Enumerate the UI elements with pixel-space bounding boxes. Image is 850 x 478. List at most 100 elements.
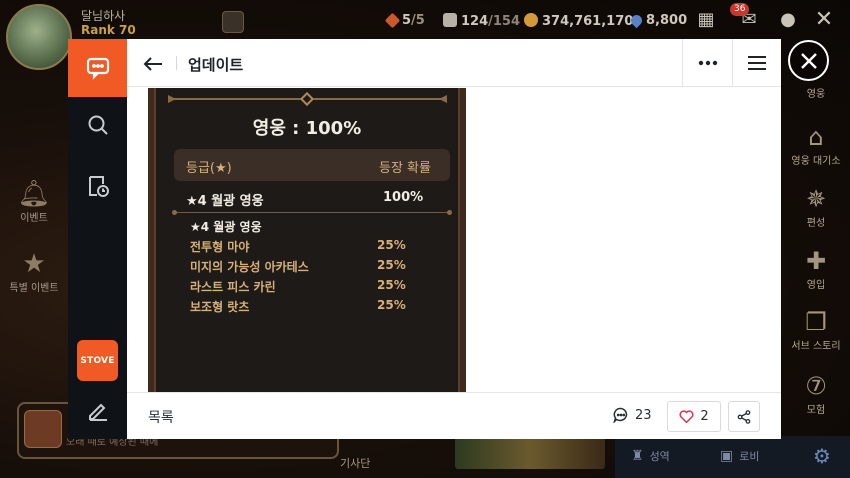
- gold-amount: 374,761,170: [542, 14, 634, 29]
- bottom-right-bar: ♜ 성역 ▣ 로비 ⚙: [615, 436, 850, 478]
- close-modal-button[interactable]: [788, 40, 829, 81]
- crystal-resource[interactable]: 8,800: [628, 12, 688, 29]
- sanctuary-label: 성역: [649, 450, 670, 463]
- adventure-menu[interactable]: ⑦ 모험: [782, 371, 850, 416]
- adventure-label: 모험: [806, 405, 826, 416]
- skystone-icon: [443, 13, 457, 27]
- adventure-icon: ⑦: [805, 372, 827, 400]
- hamburger-icon: [748, 56, 766, 70]
- skystone-resource[interactable]: 124/154: [443, 13, 520, 29]
- castle-icon: ♜: [631, 448, 644, 464]
- hero-name: 라스트 피스 카린: [190, 280, 276, 294]
- notice-card: 영웅 : 100% 등급(★) 등장 확률 ★4 월광 영웅 100% ★4 월…: [154, 88, 460, 392]
- write-icon[interactable]: [68, 390, 127, 430]
- player-rank: Rank 70: [81, 23, 136, 37]
- share-button[interactable]: [728, 401, 760, 432]
- stamina-resource[interactable]: 5/5: [384, 12, 425, 29]
- gold-icon: [524, 13, 538, 27]
- special-event-menu[interactable]: ★ 특별 이벤트: [0, 249, 68, 294]
- community-chat-icon[interactable]: [68, 39, 127, 97]
- lobby-icon: ▣: [720, 448, 734, 464]
- game-close-icon[interactable]: ✕: [811, 9, 837, 31]
- calendar-star-icon: ★: [22, 249, 46, 279]
- page-title: 업데이트: [188, 56, 244, 74]
- arrow-left-icon: [143, 57, 162, 71]
- hero-menu-label: 영웅: [806, 89, 826, 100]
- decorative-arrow: [439, 95, 447, 103]
- comment-icon: [613, 407, 628, 423]
- row-divider: [172, 210, 452, 215]
- back-button[interactable]: [141, 52, 165, 76]
- summon-icon: ✚: [805, 247, 827, 275]
- side-story-label: 서브 스토리: [791, 341, 841, 352]
- gear-icon[interactable]: ⚙: [813, 444, 831, 468]
- formation-menu[interactable]: ✵ 편성: [782, 184, 850, 229]
- crystal-amount: 8,800: [646, 13, 688, 28]
- stamina-max: /5: [411, 13, 425, 28]
- table-row: 라스트 피스 카린 25%: [190, 278, 450, 296]
- game-top-bar: 달님하사 Rank 70 5/5 124/154 374,761,170 8,8…: [0, 0, 850, 70]
- helmet-icon[interactable]: [222, 11, 244, 33]
- table-row: 미지의 가능성 아카테스 25%: [190, 258, 450, 276]
- hero-menu[interactable]: 영웅: [782, 85, 850, 100]
- stamina-current: 5: [402, 13, 412, 28]
- bell-icon: 🔔︎: [17, 179, 51, 209]
- gold-resource[interactable]: 374,761,170: [524, 13, 633, 29]
- sub-heading: ★4 월광 영웅: [190, 220, 262, 234]
- more-dots-icon: [698, 60, 717, 66]
- special-event-label: 특별 이벤트: [9, 283, 59, 294]
- stamina-icon: [384, 12, 401, 29]
- skystone-max: /154: [488, 14, 521, 29]
- lobby-button[interactable]: ▣ 로비: [720, 448, 759, 464]
- player-avatar[interactable]: [6, 4, 72, 70]
- compass-icon: ✵: [805, 185, 827, 213]
- hero-rate: 25%: [377, 278, 406, 292]
- like-count: 2: [700, 409, 709, 424]
- notice-title: 영웅 : 100%: [252, 118, 362, 139]
- decorative-arrow: [168, 95, 176, 103]
- event-label: 이벤트: [20, 213, 48, 224]
- post-content[interactable]: 영웅 : 100% 등급(★) 등장 확률 ★4 월광 영웅 100% ★4 월…: [127, 88, 781, 392]
- chat-icon[interactable]: ●: [775, 9, 801, 31]
- search-icon[interactable]: [68, 105, 127, 145]
- banner-thumbnail[interactable]: [455, 437, 605, 469]
- knights-nav-label[interactable]: 기사단: [340, 455, 370, 471]
- table-row: 보조형 랏츠 25%: [190, 298, 450, 316]
- like-button[interactable]: 2: [667, 401, 721, 432]
- lobby-label: 로비: [739, 450, 760, 463]
- post-header: 업데이트: [127, 39, 781, 87]
- comment-button[interactable]: 23: [613, 407, 652, 423]
- list-button[interactable]: 목록: [148, 407, 174, 427]
- hero-waiting-label: 영웅 대기소: [791, 156, 841, 167]
- side-story-menu[interactable]: ❐ 서브 스토리: [782, 307, 850, 352]
- grade-column-header: 등급(★): [186, 161, 232, 176]
- item-icon: [24, 410, 62, 448]
- stove-button[interactable]: STOVE: [77, 340, 118, 381]
- summon-label: 영입: [806, 280, 826, 291]
- share-icon: [737, 409, 751, 424]
- player-name: 달님하사: [81, 9, 126, 23]
- crystal-icon: [628, 12, 645, 29]
- more-options-button[interactable]: [683, 39, 732, 87]
- hero-name: 보조형 랏츠: [190, 300, 250, 314]
- mail-badge: 36: [730, 3, 750, 16]
- rate-column-header: 등장 확률: [379, 161, 431, 176]
- notice-image: 영웅 : 100% 등급(★) 등장 확률 ★4 월광 영웅 100% ★4 월…: [148, 88, 466, 392]
- hero-rate: 25%: [377, 298, 406, 312]
- book-icon: ❐: [805, 308, 827, 336]
- menu-button[interactable]: [733, 39, 781, 87]
- stove-sidebar: STOVE: [68, 39, 127, 439]
- rate-table-header: 등급(★) 등장 확률: [174, 149, 450, 181]
- event-menu[interactable]: 🔔︎ 이벤트: [0, 179, 68, 224]
- building-icon: ⌂: [808, 123, 824, 151]
- comment-count: 23: [635, 407, 652, 423]
- sanctuary-button[interactable]: ♜ 성역: [631, 448, 670, 464]
- guild-icon[interactable]: ▦: [693, 9, 719, 31]
- hero-waiting-menu[interactable]: ⌂ 영웅 대기소: [782, 122, 850, 167]
- post-panel: 업데이트 영웅 : 100% 등급(★) 등장 확률 ★4 월광 영웅 100%…: [127, 39, 781, 439]
- history-icon[interactable]: [68, 166, 127, 206]
- main-row-rate: 100%: [383, 190, 424, 205]
- summon-menu[interactable]: ✚ 영입: [782, 246, 850, 291]
- main-row-name: ★4 월광 영웅: [186, 194, 264, 209]
- close-icon: [800, 52, 817, 69]
